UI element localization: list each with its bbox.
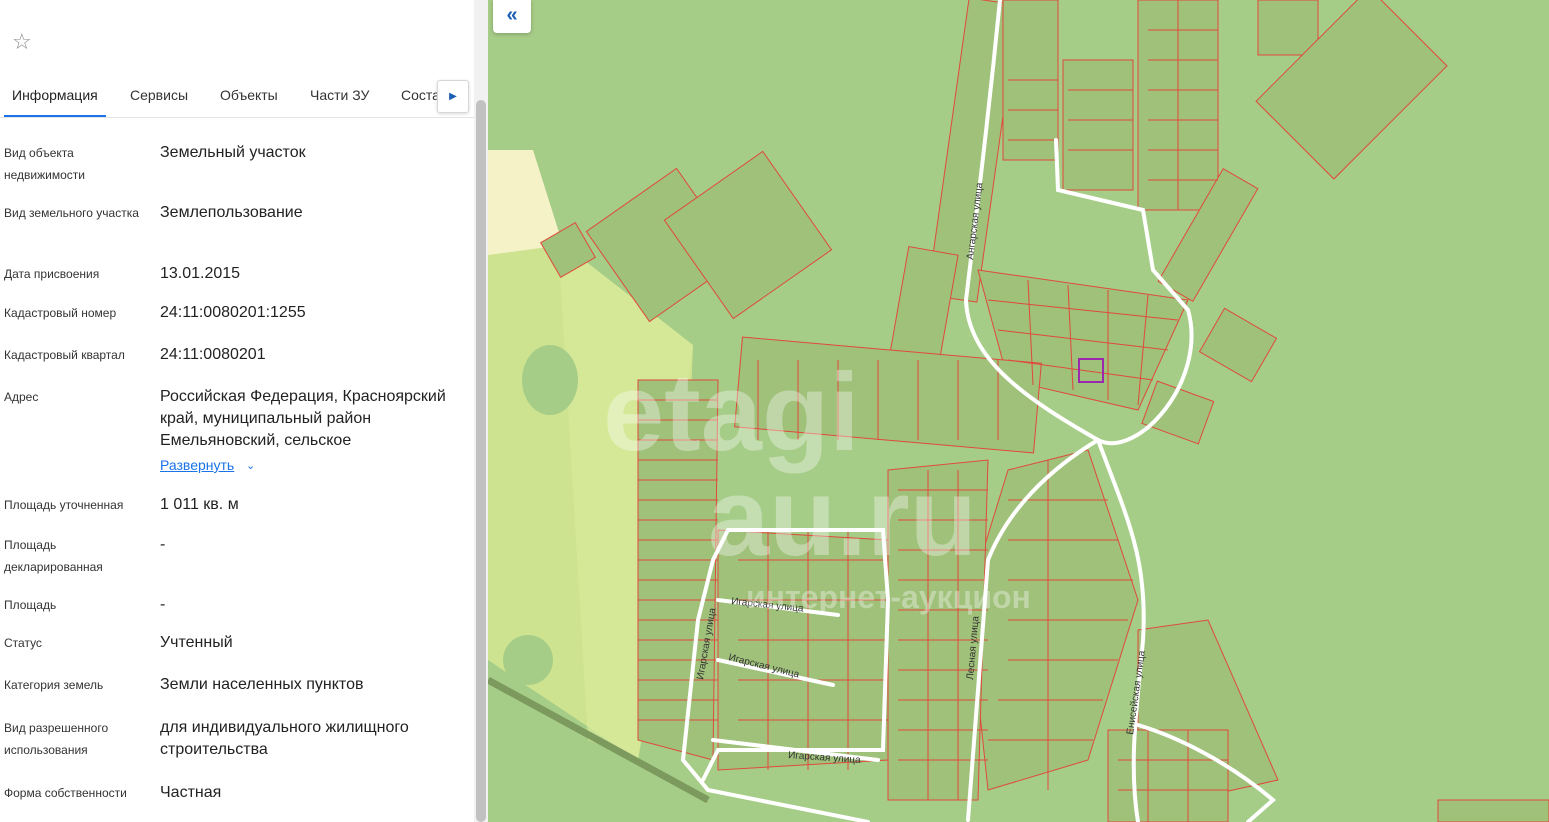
field-label: Вид земельного участка — [4, 206, 139, 220]
field-label: Площадь декларированная — [4, 538, 103, 574]
field-value[interactable]: 24:11:0080201 — [160, 344, 460, 366]
watermark-au: au.ru — [708, 456, 977, 579]
field-label: Форма собственности — [4, 786, 127, 800]
field-label: Категория земель — [4, 678, 104, 692]
field-value: 1 011 кв. м — [160, 496, 239, 513]
field-label: Вид объекта недвижимости — [4, 146, 85, 182]
star-outline-icon[interactable]: ☆ — [12, 30, 36, 54]
tab-objects[interactable]: Объекты — [220, 78, 278, 117]
tab-services[interactable]: Сервисы — [130, 78, 188, 117]
field-value: Земли населенных пунктов — [160, 676, 364, 693]
double-chevron-left-icon: « — [506, 4, 518, 26]
watermark-auction: интернет-аукцион — [746, 579, 1031, 615]
field-value: 13.01.2015 — [160, 265, 241, 282]
field-value: Земельный участок — [160, 144, 306, 161]
field-value: Частная — [160, 784, 222, 801]
tab-parts[interactable]: Части ЗУ — [310, 78, 369, 117]
field-label: Площадь уточненная — [4, 498, 124, 512]
tabs-next-button[interactable]: ▶ — [437, 80, 469, 113]
field-label: Вид разрешенного использования — [4, 721, 109, 757]
tab-information[interactable]: Информация — [4, 78, 106, 117]
info-panel: ☆ Информация Сервисы Объекты Части ЗУ Со… — [0, 0, 474, 822]
field-value: Учтенный — [160, 634, 233, 651]
chevron-right-icon: ▶ — [449, 91, 457, 102]
field-label: Дата присвоения — [4, 267, 100, 281]
tab-composition[interactable]: Соста — [401, 78, 440, 117]
expand-address-link[interactable]: Развернуть — [160, 457, 234, 473]
field-label: Адрес — [4, 390, 39, 404]
panel-scrollbar[interactable] — [474, 0, 488, 822]
field-label: Площадь — [4, 598, 57, 612]
field-value: - — [160, 536, 166, 553]
field-value[interactable]: 24:11:0080201:1255 — [160, 302, 460, 324]
field-label: Кадастровый номер — [4, 306, 117, 320]
field-value: Российская Федерация, Красноярский край,… — [160, 388, 446, 449]
collapse-panel-button[interactable]: « — [493, 0, 531, 33]
field-label: Кадастровый квартал — [4, 348, 125, 362]
scrollbar-thumb[interactable] — [476, 100, 486, 822]
tree-patch — [503, 635, 553, 685]
cadastral-map[interactable]: Ангарская улица Игарская улица Игарская … — [488, 0, 1549, 822]
field-label: Статус — [4, 636, 42, 650]
field-value: для индивидуального жилищного строительс… — [160, 719, 409, 758]
map-canvas[interactable]: Ангарская улица Игарская улица Игарская … — [488, 0, 1549, 822]
tree-patch — [522, 345, 578, 415]
field-value: - — [160, 596, 166, 613]
field-value: Землепользование — [160, 204, 303, 221]
chevron-down-icon[interactable]: ⌄ — [246, 459, 255, 472]
tab-bar: Информация Сервисы Объекты Части ЗУ Сост… — [0, 78, 474, 118]
